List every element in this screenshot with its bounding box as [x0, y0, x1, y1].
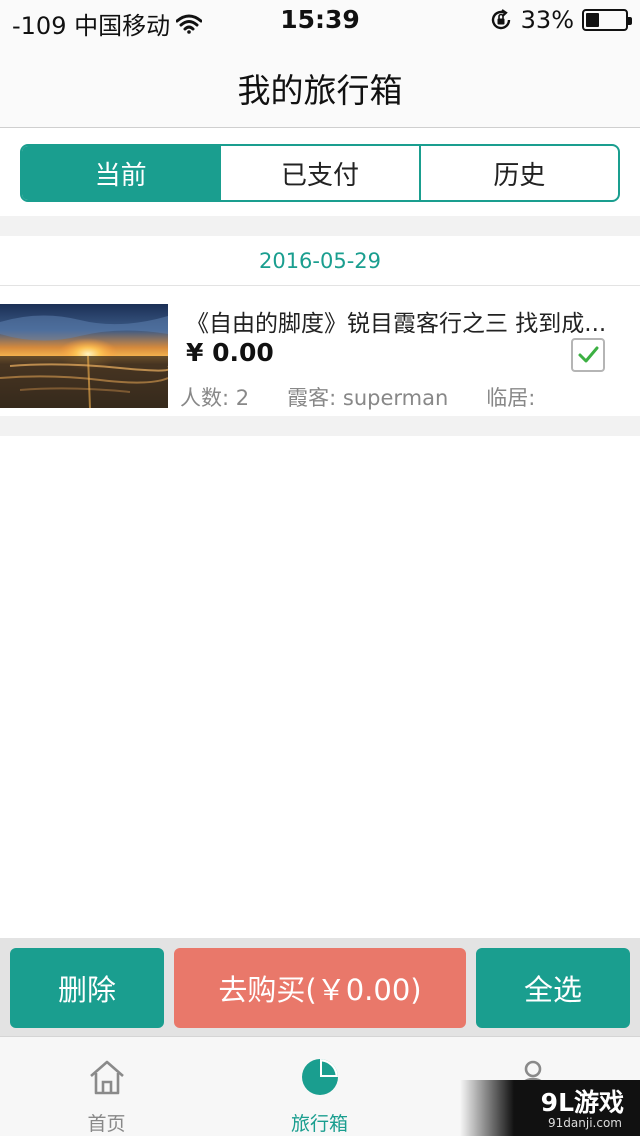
select-checkbox[interactable] [571, 338, 605, 372]
battery-percent: 33% [520, 6, 574, 34]
battery-icon [582, 9, 632, 31]
delete-button[interactable]: 删除 [10, 948, 164, 1028]
residence-label: 临居: [486, 386, 536, 410]
home-icon [89, 1060, 124, 1095]
trip-meta: 人数: 2 霞客: superman 临居: [180, 382, 573, 412]
battery-level [586, 13, 599, 27]
date-header: 2016-05-29 [0, 236, 640, 286]
segmented-control: 当前 已支付 历史 [20, 144, 620, 202]
action-bar: 删除 去购买(￥0.00) 全选 [0, 938, 640, 1036]
nav-bar: 我的旅行箱 [0, 40, 640, 128]
tab-current[interactable]: 当前 [22, 146, 220, 200]
guide-name: 霞客: superman [287, 386, 449, 410]
people-count: 人数: 2 [180, 386, 250, 410]
tab-history[interactable]: 历史 [418, 146, 618, 200]
tab-suitcase-label: 旅行箱 [290, 1113, 348, 1135]
status-right: 33% [489, 6, 632, 34]
status-bar: -109 中国移动 15:39 33% [0, 0, 640, 40]
list-item[interactable]: 《自由的脚度》锐目霞客行之三 找到成... ¥ 0.00 人数: 2 霞客: s… [0, 286, 640, 416]
watermark-url: 91danji.com [548, 1116, 622, 1130]
checkmark-icon [578, 346, 599, 363]
watermark: 9L游戏 91danji.com [460, 1080, 640, 1136]
tab-paid[interactable]: 已支付 [219, 146, 418, 200]
select-all-button[interactable]: 全选 [476, 948, 630, 1028]
tab-suitcase[interactable]: 旅行箱 [213, 1037, 426, 1136]
tab-home-label: 首页 [87, 1113, 126, 1135]
section-divider [0, 216, 640, 236]
section-divider-bottom [0, 416, 640, 436]
watermark-text: 9L游戏 [540, 1088, 624, 1117]
trip-title[interactable]: 《自由的脚度》锐目霞客行之三 找到成... [186, 304, 626, 338]
buy-button[interactable]: 去购买(￥0.00) [174, 948, 466, 1028]
trip-price: ¥ 0.00 [186, 338, 274, 367]
tab-home[interactable]: 首页 [0, 1037, 213, 1136]
sunset-landscape-image [0, 304, 168, 408]
rotation-lock-icon [491, 9, 510, 30]
trip-thumbnail[interactable] [0, 304, 168, 408]
page-title: 我的旅行箱 [237, 71, 403, 110]
pie-chart-icon [301, 1059, 338, 1095]
